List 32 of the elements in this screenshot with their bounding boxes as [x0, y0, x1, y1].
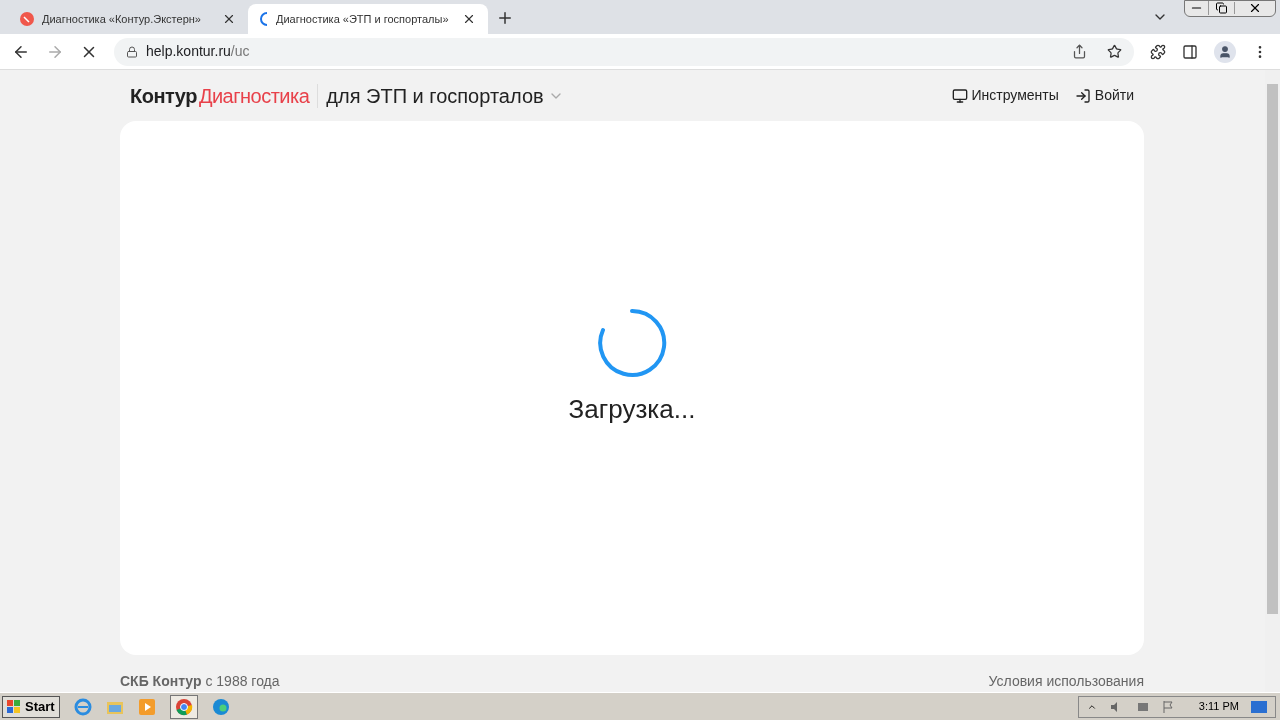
tab-title: Диагностика «ЭТП и госпорталы» [276, 11, 450, 27]
browser-tab[interactable]: Диагностика «ЭТП и госпорталы» [248, 4, 488, 34]
new-tab-icon[interactable] [496, 9, 514, 27]
monitor-icon [951, 87, 968, 104]
start-button[interactable]: Start [2, 695, 60, 718]
side-panel-icon[interactable] [1182, 43, 1198, 60]
loading-text: Загрузка... [568, 392, 696, 426]
bookmark-star-icon[interactable] [1107, 44, 1122, 59]
clock-text: 3:11 PM [1198, 699, 1239, 715]
browser-tab[interactable]: Диагностика «Контур.Экстерн» [8, 4, 248, 34]
copyright-text: СКБ Контур с 1988 года [120, 672, 280, 691]
flag-icon[interactable] [1160, 699, 1175, 714]
url-text: help.kontur.ru/uc [146, 42, 251, 61]
login-link[interactable]: Войти [1074, 85, 1134, 107]
login-icon [1074, 87, 1091, 104]
extensions-icon[interactable] [1150, 43, 1166, 60]
person-icon [1218, 44, 1232, 59]
windows-logo-icon [7, 699, 21, 714]
section-dropdown[interactable]: для ЭТП и госпорталов [326, 80, 564, 111]
close-icon[interactable] [462, 12, 476, 26]
address-bar[interactable]: help.kontur.ru/uc [114, 37, 1134, 66]
tab-title: Диагностика «Контур.Экстерн» [42, 11, 202, 27]
terms-link[interactable]: Условия использования [988, 671, 1144, 692]
loading-spinner-icon [597, 307, 667, 378]
brand-logo[interactable]: КонтурДиагностика [130, 80, 310, 111]
profile-avatar[interactable] [1214, 40, 1236, 63]
tools-link[interactable]: Инструменты [951, 85, 1059, 107]
share-icon[interactable] [1072, 44, 1087, 59]
show-desktop-icon[interactable] [1251, 699, 1267, 714]
close-icon[interactable] [222, 12, 236, 26]
lock-icon [126, 45, 138, 58]
chrome-taskbar-button[interactable] [169, 694, 198, 719]
